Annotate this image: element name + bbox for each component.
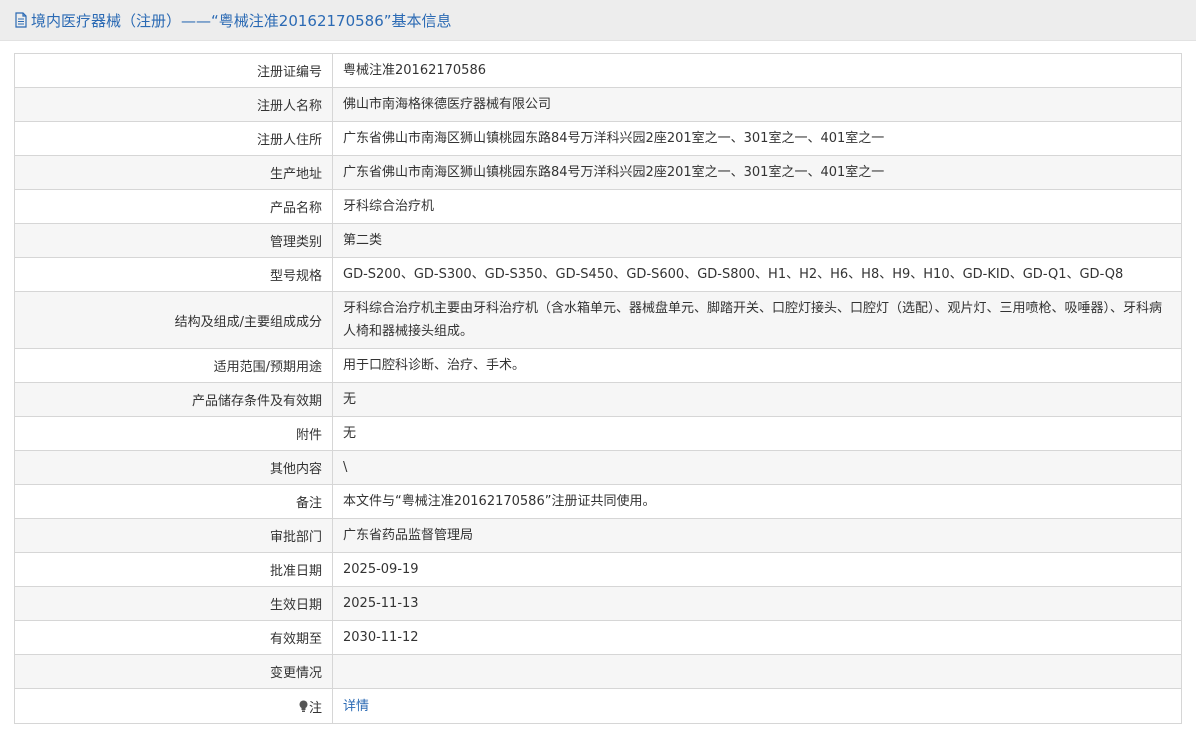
row-value: 2030-11-12: [343, 630, 419, 645]
row-label: 审批部门: [15, 519, 333, 552]
row-value: 无: [343, 426, 357, 441]
row-value: 广东省药品监督管理局: [343, 528, 474, 543]
table-row: 结构及组成/主要组成成分 牙科综合治疗机主要由牙科治疗机（含水箱单元、器械盘单元…: [15, 292, 1181, 349]
table-row: 型号规格 GD-S200、GD-S300、GD-S350、GD-S450、GD-…: [15, 258, 1181, 292]
row-label: 生产地址: [15, 156, 333, 189]
page-header: 境内医疗器械（注册）——“粤械注准20162170586”基本信息: [0, 0, 1196, 41]
table-row: 产品储存条件及有效期 无: [15, 383, 1181, 417]
note-row: 注 详情: [15, 689, 1181, 723]
row-label: 有效期至: [15, 621, 333, 654]
row-value: 无: [343, 392, 357, 407]
row-value: 用于口腔科诊断、治疗、手术。: [343, 358, 526, 373]
table-row: 其他内容 \: [15, 451, 1181, 485]
row-value: 粤械注准20162170586: [343, 63, 486, 78]
row-label: 注册证编号: [15, 54, 333, 87]
table-row: 注册人名称 佛山市南海格徕德医疗器械有限公司: [15, 88, 1181, 122]
table-row: 附件 无: [15, 417, 1181, 451]
row-value: 本文件与“粤械注准20162170586”注册证共同使用。: [343, 494, 656, 509]
row-label: 产品储存条件及有效期: [15, 383, 333, 416]
table-row: 批准日期 2025-09-19: [15, 553, 1181, 587]
row-label: 变更情况: [15, 655, 333, 688]
row-value: 牙科综合治疗机: [343, 199, 435, 214]
row-label: 结构及组成/主要组成成分: [15, 292, 333, 348]
table-row: 生产地址 广东省佛山市南海区狮山镇桃园东路84号万洋科兴园2座201室之一、30…: [15, 156, 1181, 190]
row-label: 适用范围/预期用途: [15, 349, 333, 382]
details-link[interactable]: 详情: [343, 695, 369, 718]
row-label: 注册人名称: [15, 88, 333, 121]
table-row: 适用范围/预期用途 用于口腔科诊断、治疗、手术。: [15, 349, 1181, 383]
row-label: 备注: [15, 485, 333, 518]
row-value: 佛山市南海格徕德医疗器械有限公司: [343, 97, 552, 112]
row-value: 第二类: [343, 233, 383, 248]
table-row: 注册人住所 广东省佛山市南海区狮山镇桃园东路84号万洋科兴园2座201室之一、3…: [15, 122, 1181, 156]
note-label: 注: [308, 700, 322, 716]
row-label: 其他内容: [15, 451, 333, 484]
row-value: 广东省佛山市南海区狮山镇桃园东路84号万洋科兴园2座201室之一、301室之一、…: [343, 131, 885, 146]
row-label: 注册人住所: [15, 122, 333, 155]
row-value: \: [343, 460, 348, 475]
row-value: 2025-09-19: [343, 562, 419, 577]
table-row: 管理类别 第二类: [15, 224, 1181, 258]
table-row: 生效日期 2025-11-13: [15, 587, 1181, 621]
table-row: 注册证编号 粤械注准20162170586: [15, 54, 1181, 88]
table-row: 备注 本文件与“粤械注准20162170586”注册证共同使用。: [15, 485, 1181, 519]
row-label: 生效日期: [15, 587, 333, 620]
row-label: 型号规格: [15, 258, 333, 291]
row-value: 2025-11-13: [343, 596, 419, 611]
row-value: GD-S200、GD-S300、GD-S350、GD-S450、GD-S600、…: [343, 267, 1124, 282]
row-label: 产品名称: [15, 190, 333, 223]
row-label: 附件: [15, 417, 333, 450]
table-row: 有效期至 2030-11-12: [15, 621, 1181, 655]
info-table: 注册证编号 粤械注准20162170586 注册人名称 佛山市南海格徕德医疗器械…: [14, 53, 1182, 724]
row-label: 批准日期: [15, 553, 333, 586]
page-title: 境内医疗器械（注册）——“粤械注准20162170586”基本信息: [31, 11, 452, 30]
note-label-cell: 注: [15, 689, 333, 723]
note-value: 详情: [333, 689, 1181, 723]
row-value: 广东省佛山市南海区狮山镇桃园东路84号万洋科兴园2座201室之一、301室之一、…: [343, 165, 885, 180]
lightbulb-icon: [299, 700, 308, 713]
row-label: 管理类别: [15, 224, 333, 257]
document-icon: [14, 12, 28, 28]
table-row: 审批部门 广东省药品监督管理局: [15, 519, 1181, 553]
row-value: 牙科综合治疗机主要由牙科治疗机（含水箱单元、器械盘单元、脚踏开关、口腔灯接头、口…: [343, 301, 1163, 339]
row-value: [333, 655, 1181, 688]
table-row: 产品名称 牙科综合治疗机: [15, 190, 1181, 224]
table-row: 变更情况: [15, 655, 1181, 689]
